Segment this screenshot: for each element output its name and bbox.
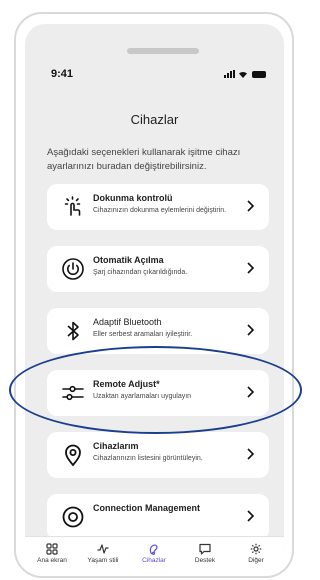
card-title: Connection Management xyxy=(93,503,201,513)
bottom-tab-bar: Ana ekran Yaşam stili Cihazlar Destek Di… xyxy=(25,536,284,564)
page-title: Cihazlar xyxy=(130,112,179,127)
status-icons xyxy=(224,70,266,78)
card-touch-control[interactable]: Dokunma kontrolü Cihazınızın dokunma eyl… xyxy=(47,184,269,230)
card-title: Adaptif Bluetooth xyxy=(93,317,162,327)
highlight-annotation xyxy=(9,346,302,434)
card-title: Dokunma kontrolü xyxy=(93,193,173,203)
card-subtitle: Eller serbest aramaları iyileştirir. xyxy=(93,331,193,338)
battery-icon xyxy=(252,71,266,78)
tab-label: Diğer xyxy=(248,557,264,564)
chevron-right-icon xyxy=(247,262,255,274)
tab-label: Cihazlar xyxy=(142,557,166,564)
status-time: 9:41 xyxy=(51,68,74,80)
card-auto-power[interactable]: Otomatik Açılma Şarj cihazından çıkarıld… xyxy=(47,246,269,292)
bluetooth-icon xyxy=(67,321,79,341)
chevron-right-icon xyxy=(247,510,255,522)
tab-home[interactable]: Ana ekran xyxy=(29,543,75,564)
tab-label: Yaşam stili xyxy=(87,557,119,564)
phone-notch xyxy=(127,48,199,54)
gear-icon xyxy=(250,543,262,555)
connection-icon xyxy=(62,506,84,528)
hearing-aid-icon xyxy=(149,544,158,555)
card-title: Cihazlarım xyxy=(93,441,139,451)
chat-bubble-icon xyxy=(199,543,211,555)
card-connection-management[interactable]: Connection Management xyxy=(47,494,269,540)
app-screen: 9:41 Cihazlar Aşağıdaki seçenekleri kull… xyxy=(25,24,284,564)
chevron-right-icon xyxy=(247,324,255,336)
card-title: Otomatik Açılma xyxy=(93,255,164,265)
location-pin-icon xyxy=(65,444,81,467)
tab-label: Destek xyxy=(194,557,216,564)
power-icon xyxy=(62,258,84,280)
touch-control-icon xyxy=(64,196,81,216)
tab-lifestyle[interactable]: Yaşam stili xyxy=(80,543,126,564)
tab-devices[interactable]: Cihazlar xyxy=(131,543,177,564)
tab-label: Ana ekran xyxy=(37,557,67,564)
signal-icon xyxy=(224,70,235,78)
intro-text: Aşağıdaki seçenekleri kullanarak işitme … xyxy=(47,147,241,172)
chevron-right-icon xyxy=(247,200,255,212)
card-subtitle: Cihazınızın dokunma eylemlerini değiştir… xyxy=(93,207,227,214)
tab-more[interactable]: Diğer xyxy=(233,543,279,564)
wifi-icon xyxy=(239,71,247,78)
tab-support[interactable]: Destek xyxy=(182,543,228,564)
chevron-right-icon xyxy=(247,448,255,460)
phone-frame: 9:41 Cihazlar Aşağıdaki seçenekleri kull… xyxy=(14,12,294,578)
home-grid-icon xyxy=(46,543,58,555)
card-subtitle: Şarj cihazından çıkarıldığında. xyxy=(93,269,188,276)
pulse-icon xyxy=(97,544,109,554)
status-bar: 9:41 xyxy=(25,68,284,84)
card-subtitle: Cihazlarınızın listesini görüntüleyin. xyxy=(93,455,203,462)
card-my-devices[interactable]: Cihazlarım Cihazlarınızın listesini görü… xyxy=(47,432,269,478)
